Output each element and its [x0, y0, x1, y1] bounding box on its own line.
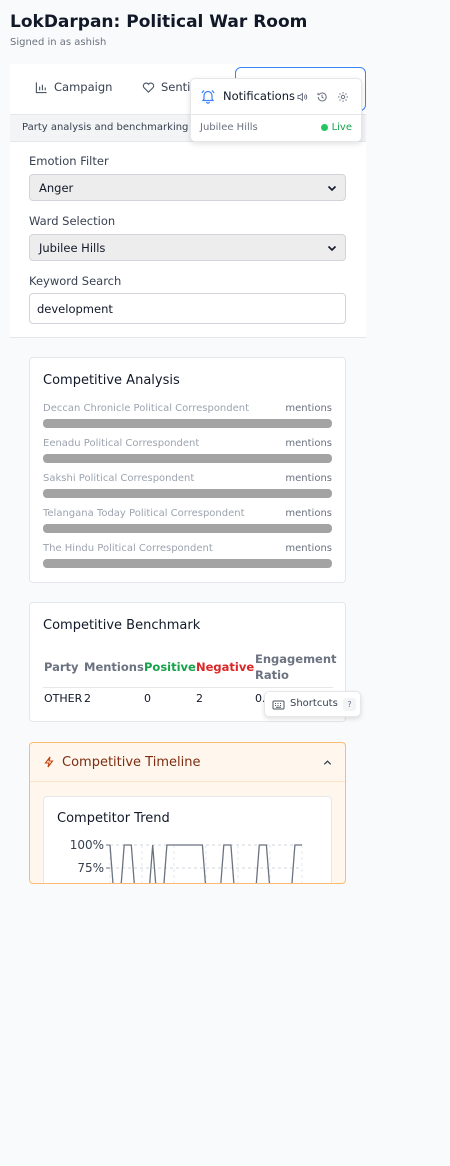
competitive-timeline-header[interactable]: Competitive Timeline — [30, 743, 345, 782]
notifications-title: Notifications — [223, 89, 295, 103]
emotion-filter-value: Anger — [39, 181, 74, 195]
bar-fill — [43, 559, 332, 568]
cell-negative: 2 — [196, 692, 203, 705]
bar-mentions: mentions — [285, 403, 332, 414]
emotion-filter-select[interactable]: Anger — [29, 174, 346, 201]
competitor-trend-chart: 100% 75% — [70, 838, 303, 883]
keyword-search-label: Keyword Search — [29, 274, 122, 288]
heart-icon — [142, 81, 155, 93]
chevron-down-icon — [327, 185, 337, 192]
history-icon[interactable] — [316, 91, 328, 103]
section-divider — [10, 337, 366, 338]
signed-in-text: Signed in as ashish — [10, 37, 107, 48]
keyword-search-value: development — [37, 302, 113, 316]
bar-mentions: mentions — [285, 438, 332, 449]
bar-mentions: mentions — [285, 543, 332, 554]
cell-mentions: 2 — [84, 692, 91, 705]
keyboard-icon — [272, 700, 285, 710]
emotion-filter-label: Emotion Filter — [29, 154, 109, 168]
sound-icon[interactable] — [296, 91, 308, 103]
y-tick-label: 100% — [70, 838, 104, 852]
shortcuts-key-hint: ? — [343, 698, 356, 711]
ward-selection-select[interactable]: Jubilee Hills — [29, 234, 346, 261]
competitive-timeline-title: Competitive Timeline — [62, 755, 201, 770]
shortcuts-label: Shortcuts — [290, 698, 338, 709]
competitive-analysis-title: Competitive Analysis — [43, 373, 180, 388]
competitive-analysis-card: Competitive Analysis Deccan Chronicle Po… — [29, 357, 346, 583]
tab-campaign-label: Campaign — [54, 80, 113, 94]
y-tick-label: 75% — [77, 861, 104, 875]
bell-icon[interactable] — [200, 88, 216, 104]
section-subtitle: Party analysis and benchmarking — [22, 122, 189, 133]
bar-fill — [43, 489, 332, 498]
settings-icon[interactable] — [337, 91, 349, 103]
shortcuts-button[interactable]: Shortcuts ? — [264, 691, 361, 717]
bar-fill — [43, 524, 332, 533]
chevron-up-icon[interactable] — [322, 757, 333, 768]
lightning-icon — [44, 756, 54, 768]
ward-selection-value: Jubilee Hills — [39, 241, 106, 255]
cell-party: OTHER — [44, 692, 83, 705]
col-header-negative: Negative — [196, 660, 255, 674]
bar-label: Deccan Chronicle Political Correspondent — [43, 403, 250, 414]
live-status: Live — [320, 122, 352, 133]
tab-sentiment-label: Senti — [161, 80, 191, 94]
live-dot-icon — [320, 124, 328, 131]
bar-fill — [43, 454, 332, 463]
live-status-label: Live — [331, 122, 352, 133]
tab-sentiment[interactable]: Senti — [142, 80, 190, 94]
col-header-positive: Positive — [144, 660, 196, 674]
tab-campaign[interactable]: Campaign — [35, 80, 112, 94]
bar-chart-icon — [35, 81, 47, 93]
notifications-header: Notifications — [191, 79, 361, 115]
bar-mentions: mentions — [285, 473, 332, 484]
chevron-down-icon — [327, 245, 337, 252]
cell-positive: 0 — [144, 692, 151, 705]
bar-label: The Hindu Political Correspondent — [43, 543, 213, 554]
bar-fill — [43, 419, 332, 428]
bar-label: Eenadu Political Correspondent — [43, 438, 200, 449]
bar-mentions: mentions — [285, 508, 332, 519]
keyword-search-input[interactable]: development — [29, 293, 346, 324]
competitive-benchmark-title: Competitive Benchmark — [43, 618, 201, 633]
competitor-trend-card: Competitor Trend 100% 75% — [43, 796, 332, 883]
col-header-ratio: Ratio — [255, 668, 289, 682]
bar-label: Sakshi Political Correspondent — [43, 473, 195, 484]
notifications-ward: Jubilee Hills — [200, 122, 258, 133]
table-header-rule — [43, 687, 333, 688]
ward-selection-label: Ward Selection — [29, 214, 116, 228]
col-header-party: Party — [44, 660, 79, 674]
competitive-timeline-card: Competitive Timeline Competitor Trend 10… — [29, 742, 346, 884]
bar-label: Telangana Today Political Correspondent — [43, 508, 245, 519]
col-header-engagement: Engagement — [255, 652, 337, 666]
col-header-mentions: Mentions — [84, 660, 144, 674]
app-title: LokDarpan: Political War Room — [10, 12, 308, 32]
notifications-popup: Notifications Jubilee Hills Live — [190, 78, 362, 142]
